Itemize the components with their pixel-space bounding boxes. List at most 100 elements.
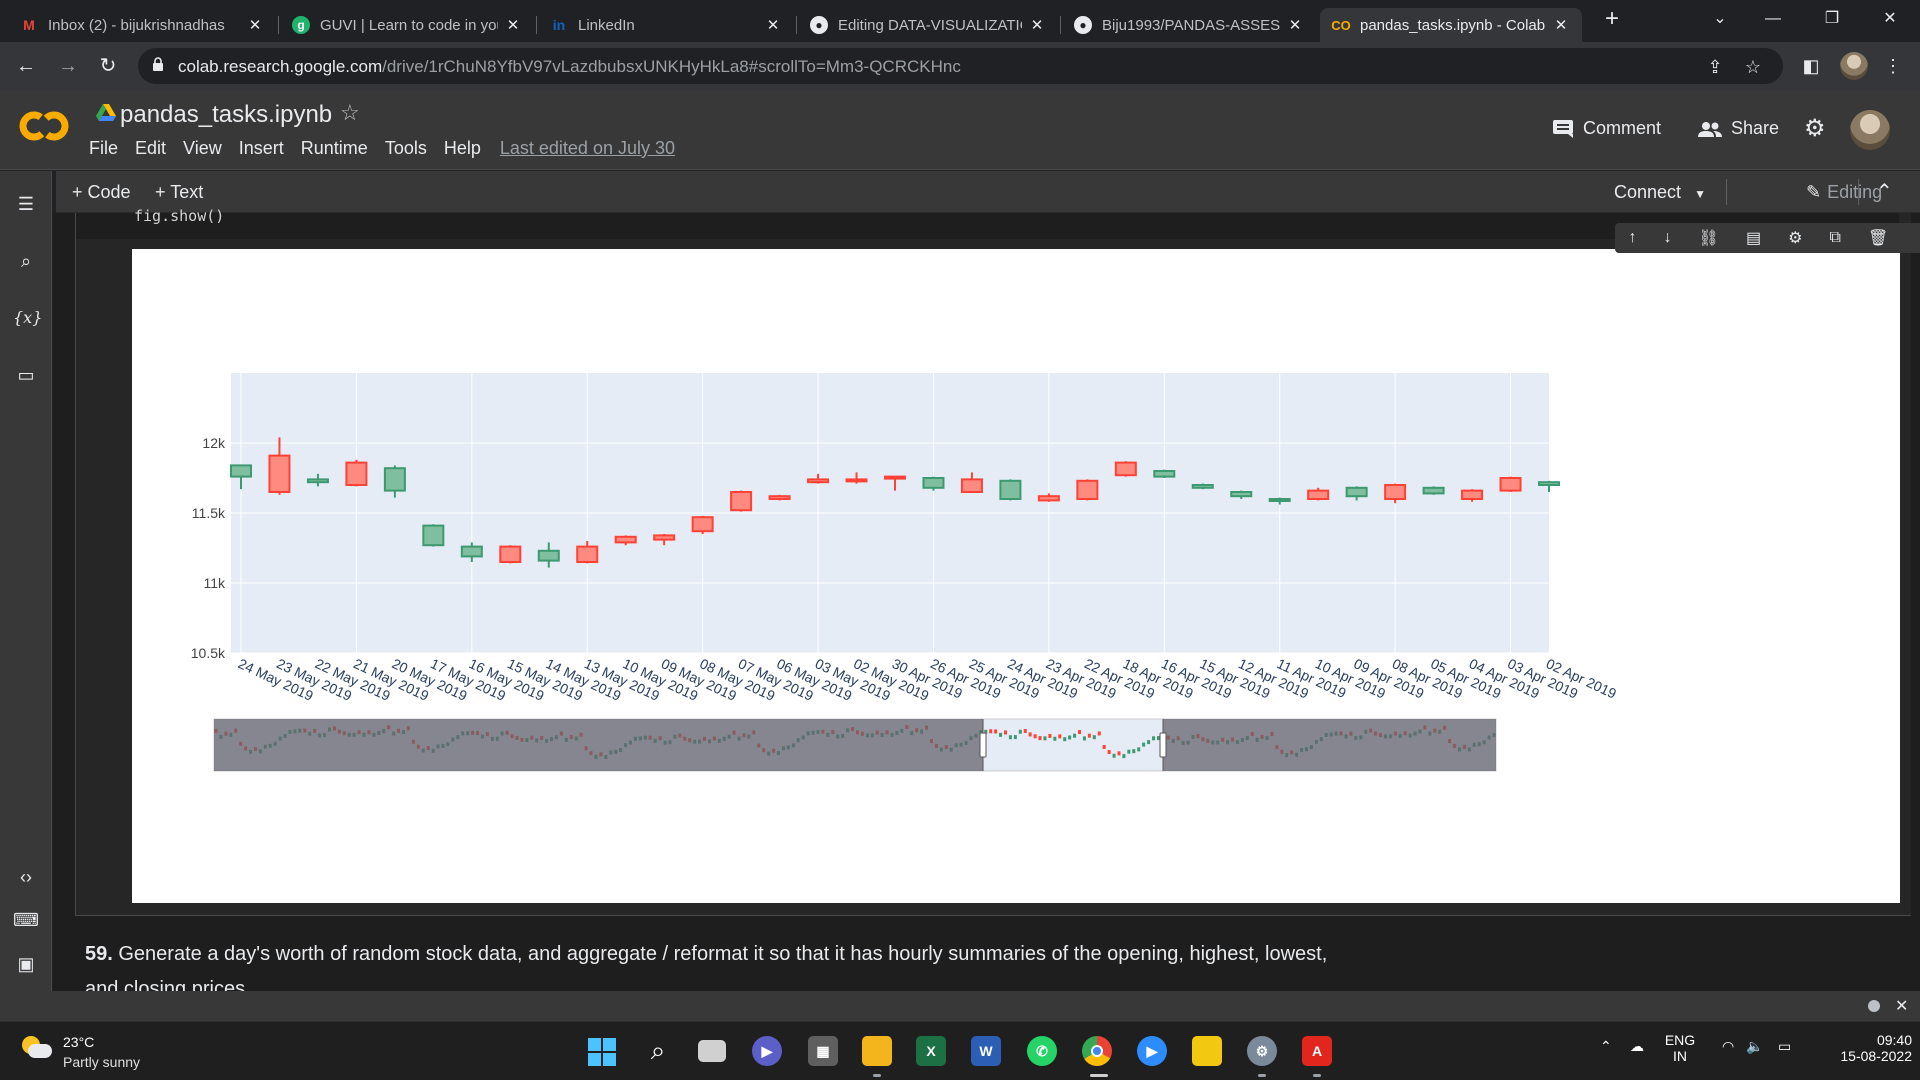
tab-colab[interactable]: CO pandas_tasks.ipynb - Colab ✕	[1320, 8, 1582, 42]
cell-settings-icon[interactable]: ⚙	[1788, 228, 1802, 248]
close-icon[interactable]: ✕	[1028, 16, 1046, 34]
weather-description[interactable]: Partly sunny	[63, 1054, 140, 1070]
menu-edit[interactable]: Edit	[135, 138, 166, 159]
menu-help[interactable]: Help	[444, 138, 481, 159]
comment-cell-icon[interactable]: ▤	[1746, 228, 1761, 248]
settings-gear-icon[interactable]: ⚙	[1804, 114, 1826, 143]
menu-insert[interactable]: Insert	[239, 138, 284, 159]
tab-guvi[interactable]: g GUVI | Learn to code in you ✕	[280, 8, 534, 42]
notebook-title[interactable]: pandas_tasks.ipynb	[120, 101, 332, 129]
colab-logo[interactable]	[18, 108, 70, 144]
chrome-icon[interactable]	[1082, 1036, 1112, 1066]
lock-icon	[153, 57, 163, 71]
menu-runtime[interactable]: Runtime	[301, 138, 368, 159]
comment-button[interactable]: Comment	[1552, 118, 1661, 139]
close-icon[interactable]: ✕	[246, 16, 264, 34]
weather-temperature[interactable]: 23°C	[63, 1034, 94, 1050]
address-bar[interactable]: colab.research.google.com/drive/1rChuN8Y…	[138, 48, 1783, 84]
zoom-icon[interactable]: ▶	[1137, 1036, 1167, 1066]
connect-button[interactable]: Connect ▼	[1614, 182, 1706, 203]
share-button[interactable]: Share	[1698, 118, 1779, 139]
task-view-icon[interactable]	[698, 1040, 726, 1062]
volume-icon[interactable]: 🔈	[1746, 1038, 1763, 1055]
tab-search-icon[interactable]: ⌄	[1700, 4, 1740, 34]
cell-output: 12k 11.5k 11k 10.5k 24 May 2019 23 May 2019 22…	[132, 249, 1900, 903]
windows-start-icon[interactable]	[588, 1038, 616, 1066]
last-edited-link[interactable]: Last edited on July 30	[500, 138, 675, 159]
tab-github-editing[interactable]: ● Editing DATA-VISUALIZATIO ✕	[798, 8, 1058, 42]
side-panel-icon[interactable]: ◧	[1800, 55, 1822, 77]
tab-gmail[interactable]: M Inbox (2) - bijukrishnadhas ✕	[8, 8, 276, 42]
code-line: fig.show()	[134, 207, 225, 225]
mirror-cell-icon[interactable]: ⧉	[1830, 229, 1841, 247]
add-text-button[interactable]: + Text	[155, 182, 203, 203]
search-icon[interactable]: ⌕	[13, 248, 39, 274]
move-down-icon[interactable]: ↓	[1664, 229, 1672, 247]
tab-linkedin[interactable]: in LinkedIn ✕	[538, 8, 794, 42]
url-text: colab.research.google.com/drive/1rChuN8Y…	[178, 57, 961, 77]
profile-avatar[interactable]	[1840, 52, 1868, 80]
file-explorer-icon[interactable]	[862, 1036, 892, 1066]
table-of-contents-icon[interactable]: ☰	[13, 191, 39, 217]
close-icon[interactable]: ✕	[1286, 16, 1304, 34]
close-icon[interactable]: ✕	[764, 16, 782, 34]
files-folder-icon[interactable]: ▭	[13, 362, 39, 388]
back-icon[interactable]: ←	[10, 50, 42, 82]
candle-body	[1230, 491, 1253, 498]
menu-tools[interactable]: Tools	[385, 138, 427, 159]
command-palette-icon[interactable]: ⌨	[13, 907, 39, 933]
restore-icon[interactable]: ❐	[1812, 4, 1852, 34]
calculator-icon[interactable]: ▦	[808, 1036, 838, 1066]
code-snippets-icon[interactable]: ‹›	[13, 864, 39, 890]
menu-file[interactable]: File	[89, 138, 118, 159]
close-icon[interactable]: ✕	[1552, 16, 1570, 34]
word-icon[interactable]: W	[971, 1036, 1001, 1066]
code-cell[interactable]: fig.show() 12k 11.5k 11k 10.5k 24 May 2019 23…	[75, 207, 1911, 916]
close-icon[interactable]: ✕	[504, 16, 522, 34]
share-page-icon[interactable]: ⇪	[1704, 56, 1726, 78]
move-up-icon[interactable]: ↑	[1629, 229, 1637, 247]
forward-icon[interactable]: →	[52, 50, 84, 82]
rangeslider-handle[interactable]	[979, 732, 987, 758]
show-hidden-icons-icon[interactable]: ⌃	[1600, 1038, 1612, 1055]
variables-icon[interactable]: {x}	[13, 305, 42, 331]
acrobat-icon[interactable]: A	[1302, 1036, 1332, 1066]
more-options-icon[interactable]: ⋮	[1915, 228, 1920, 248]
settings-app-icon[interactable]: ⚙	[1247, 1036, 1277, 1066]
delete-icon[interactable]: 🗑	[1868, 228, 1888, 248]
text-cell[interactable]: 59. Generate a day's worth of random sto…	[85, 943, 1327, 992]
excel-icon[interactable]: X	[916, 1036, 946, 1066]
terminal-icon[interactable]: ▣	[13, 951, 39, 977]
star-icon[interactable]: ☆	[340, 100, 360, 126]
whatsapp-icon[interactable]: ✆	[1027, 1036, 1057, 1066]
add-code-button[interactable]: + Code	[72, 182, 131, 203]
power-bi-icon[interactable]	[1192, 1036, 1222, 1066]
collapse-header-icon[interactable]: ⌃	[1876, 179, 1893, 204]
tab-title: Biju1993/PANDAS-ASSESSM	[1102, 16, 1280, 34]
clock[interactable]: 09:40 15-08-2022	[1812, 1032, 1912, 1064]
tab-github-assessment[interactable]: ● Biju1993/PANDAS-ASSESSM ✕	[1062, 8, 1316, 42]
browser-menu-icon[interactable]: ⋮	[1882, 55, 1904, 77]
candle-body	[1538, 481, 1560, 486]
bookmark-star-icon[interactable]: ☆	[1742, 56, 1764, 78]
language-indicator[interactable]: ENG IN	[1660, 1032, 1700, 1064]
drive-icon[interactable]	[96, 104, 116, 122]
wifi-icon[interactable]: ◠	[1722, 1038, 1734, 1055]
account-avatar[interactable]	[1850, 110, 1890, 150]
editing-mode-button[interactable]: ✎ Editing	[1806, 182, 1882, 203]
menu-view[interactable]: View	[183, 138, 222, 159]
onedrive-icon[interactable]: ☁	[1630, 1038, 1644, 1055]
teams-chat-icon[interactable]: ▶	[752, 1036, 782, 1066]
minimize-icon[interactable]: —	[1753, 4, 1793, 34]
window-close-icon[interactable]: ✕	[1870, 4, 1910, 34]
candlestick-chart[interactable]: 12k11.5k11k10.5k24 May 201923 May 201922…	[132, 249, 1900, 903]
link-icon[interactable]: ⛓	[1699, 228, 1719, 248]
close-status-icon[interactable]: ✕	[1895, 996, 1908, 1016]
new-tab-button[interactable]: +	[1592, 4, 1632, 34]
battery-icon[interactable]: ▭	[1778, 1038, 1791, 1055]
weather-icon[interactable]	[22, 1036, 52, 1058]
question-text: Generate a day's worth of random stock d…	[118, 943, 1328, 965]
search-icon[interactable]: ⌕	[643, 1035, 673, 1066]
rangeslider-handle[interactable]	[1159, 732, 1167, 758]
reload-icon[interactable]: ↻	[92, 50, 124, 82]
